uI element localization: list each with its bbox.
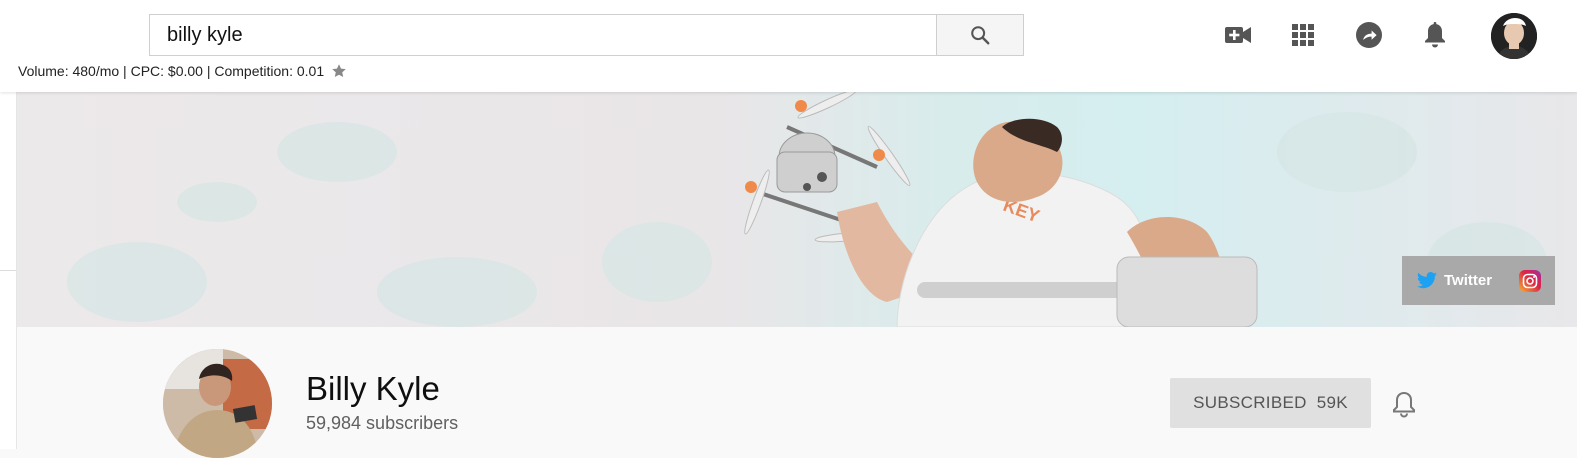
channel-avatar[interactable] [163,349,272,458]
channel-banner: KEY [17,92,1577,327]
subscribed-count: 59K [1316,393,1348,412]
video-camera-add-icon[interactable] [1221,18,1255,52]
share-icon[interactable] [1352,18,1386,52]
divider [0,270,16,271]
apps-grid-icon[interactable] [1286,18,1320,52]
search-box[interactable] [149,14,936,56]
subscribed-label: SUBSCRIBED [1193,393,1307,412]
channel-name: Billy Kyle [306,370,440,407]
twitter-link[interactable]: Twitter [1416,271,1493,290]
search-input[interactable] [165,22,909,48]
masthead: Volume: 480/mo | CPC: $0.00 | Competitio… [0,0,1577,92]
twitter-label: Twitter [1444,272,1493,289]
notification-bell-icon[interactable] [1390,389,1418,419]
keyword-stats-text: Volume: 480/mo | CPC: $0.00 | Competitio… [18,63,325,79]
left-rail [0,92,17,449]
subscriber-count: 59,984 subscribers [306,413,459,433]
star-icon[interactable] [330,62,348,80]
keyword-stats: Volume: 480/mo | CPC: $0.00 | Competitio… [18,62,348,80]
banner-links: Twitter [1402,256,1555,305]
banner-image: KEY [17,92,1577,327]
user-avatar[interactable] [1491,13,1537,59]
instagram-icon[interactable] [1519,270,1541,292]
subscribed-button[interactable]: SUBSCRIBED 59K [1170,378,1371,428]
search-button[interactable] [936,14,1024,56]
channel-header: Billy Kyle 59,984 subscribers SUBSCRIBED… [17,327,1577,458]
search-icon [971,26,990,45]
twitter-icon [1417,271,1437,288]
notifications-bell-icon[interactable] [1418,18,1452,52]
